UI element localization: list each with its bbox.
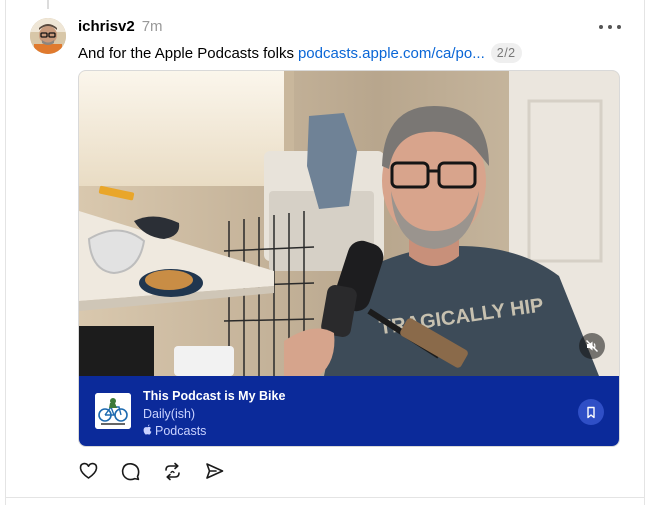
podcast-title: This Podcast is My Bike bbox=[143, 389, 286, 403]
post-text: And for the Apple Podcasts folks podcast… bbox=[78, 42, 618, 64]
video-player[interactable]: TRAGICALLY HIP bbox=[79, 71, 619, 376]
apple-logo-icon bbox=[143, 424, 152, 438]
thread-connector-line bbox=[47, 0, 49, 9]
podcast-artwork bbox=[95, 393, 131, 429]
avatar[interactable] bbox=[30, 18, 66, 54]
podcast-info-bar[interactable]: This Podcast is My Bike Daily(ish) Podca… bbox=[79, 376, 619, 446]
podcast-source: Podcasts bbox=[143, 424, 206, 438]
username[interactable]: ichrisv2 bbox=[78, 18, 135, 35]
media-card: TRAGICALLY HIP This Podcast is My Bike D… bbox=[78, 70, 620, 447]
post-header: ichrisv2 7m bbox=[78, 18, 163, 38]
post-divider bbox=[6, 497, 644, 498]
more-options-icon[interactable] bbox=[599, 22, 621, 32]
repost-icon[interactable] bbox=[162, 461, 182, 481]
post-actions bbox=[78, 461, 246, 481]
speaker-muted-icon[interactable] bbox=[579, 333, 605, 359]
post-body: And for the Apple Podcasts folks bbox=[78, 44, 294, 62]
page-indicator-badge: 2/2 bbox=[490, 43, 522, 63]
timestamp: 7m bbox=[141, 18, 163, 35]
podcast-link[interactable]: podcasts.apple.com/ca/po... bbox=[298, 45, 485, 62]
feed-left-border bbox=[5, 0, 6, 505]
podcast-subtitle: Daily(ish) bbox=[143, 407, 196, 421]
comment-icon[interactable] bbox=[120, 461, 140, 481]
feed-right-border bbox=[644, 0, 645, 505]
share-icon[interactable] bbox=[204, 461, 224, 481]
heart-icon[interactable] bbox=[78, 461, 98, 481]
podcast-source-label: Podcasts bbox=[155, 424, 207, 438]
bookmark-icon[interactable] bbox=[578, 399, 604, 425]
